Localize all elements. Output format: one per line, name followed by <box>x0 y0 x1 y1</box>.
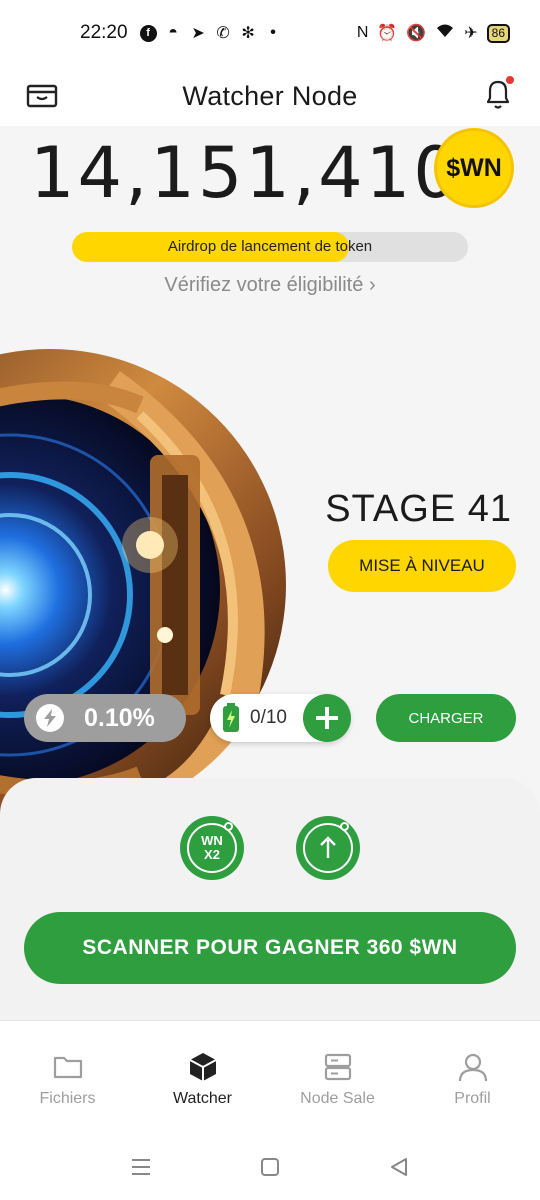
notification-icons: f ◓ ➤ ✆ ✻ • <box>139 24 282 42</box>
nav-label: Profil <box>454 1090 491 1107</box>
notifications-button[interactable] <box>482 76 514 112</box>
eligibility-link-text: Vérifiez votre éligibilité <box>164 274 364 296</box>
sync-icon: ✻ <box>241 25 255 42</box>
nav-label: Fichiers <box>39 1090 96 1107</box>
notification-badge <box>506 76 514 84</box>
upgrade-button[interactable]: MISE À NIVEAU <box>328 540 516 592</box>
plus-icon <box>316 707 338 729</box>
action-card <box>0 778 540 1038</box>
discord-icon: ◓ <box>168 24 178 41</box>
multiplier-button[interactable]: WN X2 <box>180 816 244 880</box>
eligibility-link[interactable]: Vérifiez votre éligibilité › <box>0 274 540 297</box>
token-balance: 14,151,410 <box>30 132 461 214</box>
nav-item-watcher[interactable]: Watcher <box>135 1021 270 1130</box>
battery-charge-icon <box>223 703 239 732</box>
nav-label: Watcher <box>173 1090 232 1107</box>
boost-indicator: 0.10% <box>24 694 186 742</box>
wallet-button[interactable] <box>26 80 58 112</box>
multiplier-label-top: WN <box>201 833 223 848</box>
boost-value: 0.10% <box>84 703 155 732</box>
wallet-icon <box>26 84 58 108</box>
telegram-icon: ➤ <box>191 25 205 42</box>
upgrade-arrow-button[interactable] <box>296 816 360 880</box>
battery-count: 0/10 <box>250 707 287 728</box>
folder-icon <box>53 1056 82 1079</box>
home-icon[interactable] <box>259 1156 281 1178</box>
nav-item-node-sale[interactable]: Node Sale <box>270 1021 405 1130</box>
user-icon <box>458 1053 487 1082</box>
system-navigation-bar <box>0 1130 540 1200</box>
app-screen: 22:20 f ◓ ➤ ✆ ✻ • Ν ⏰ 🔇 ✈ 86 Watcher Nod… <box>0 0 540 1200</box>
orbit-dot-icon <box>224 822 233 831</box>
multiplier-badge: WN X2 <box>187 822 237 873</box>
token-badge: $WN <box>434 128 514 208</box>
arrow-up-icon <box>303 822 353 873</box>
alarm-icon: ⏰ <box>377 25 398 42</box>
nav-label: Node Sale <box>300 1090 375 1107</box>
dot-icon: • <box>270 24 276 41</box>
multiplier-label-bottom: X2 <box>204 847 220 862</box>
vibrate-off-icon: 🔇 <box>406 25 427 42</box>
wifi-icon <box>435 23 455 44</box>
cube-icon <box>189 1053 216 1081</box>
nfc-icon: Ν <box>356 24 369 41</box>
orbit-dot-icon <box>340 822 349 831</box>
status-bar: 22:20 f ◓ ➤ ✆ ✻ • Ν ⏰ 🔇 ✈ 86 <box>0 0 540 66</box>
menu-icon[interactable] <box>130 1156 152 1178</box>
airdrop-progress-label: Airdrop de lancement de token <box>167 238 373 255</box>
bottom-navigation: Fichiers Watcher Node Sale Profil <box>0 1020 540 1130</box>
system-status-icons: Ν ⏰ 🔇 ✈ 86 <box>357 23 510 44</box>
server-icon <box>324 1053 351 1081</box>
whatsapp-icon: ✆ <box>216 25 230 42</box>
chevron-right-icon: › <box>368 274 376 296</box>
watcher-node-orb-image <box>0 345 290 825</box>
app-header: Watcher Node <box>0 66 540 126</box>
back-icon[interactable] <box>388 1156 410 1178</box>
lightning-icon <box>36 704 64 732</box>
page-title: Watcher Node <box>182 80 358 111</box>
add-battery-button[interactable] <box>303 694 351 742</box>
status-time: 22:20 <box>80 22 128 43</box>
scan-earn-button[interactable]: SCANNER POUR GAGNER 360 $WN <box>24 912 516 984</box>
facebook-icon: f <box>139 24 157 42</box>
charge-button[interactable]: CHARGER <box>376 694 516 742</box>
stage-label: STAGE 41 <box>325 488 512 530</box>
battery-icon: 86 <box>486 23 510 43</box>
airplane-icon: ✈ <box>464 25 478 42</box>
nav-item-fichiers[interactable]: Fichiers <box>0 1021 135 1130</box>
nav-item-profil[interactable]: Profil <box>405 1021 540 1130</box>
airdrop-progress: Airdrop de lancement de token <box>72 232 468 262</box>
